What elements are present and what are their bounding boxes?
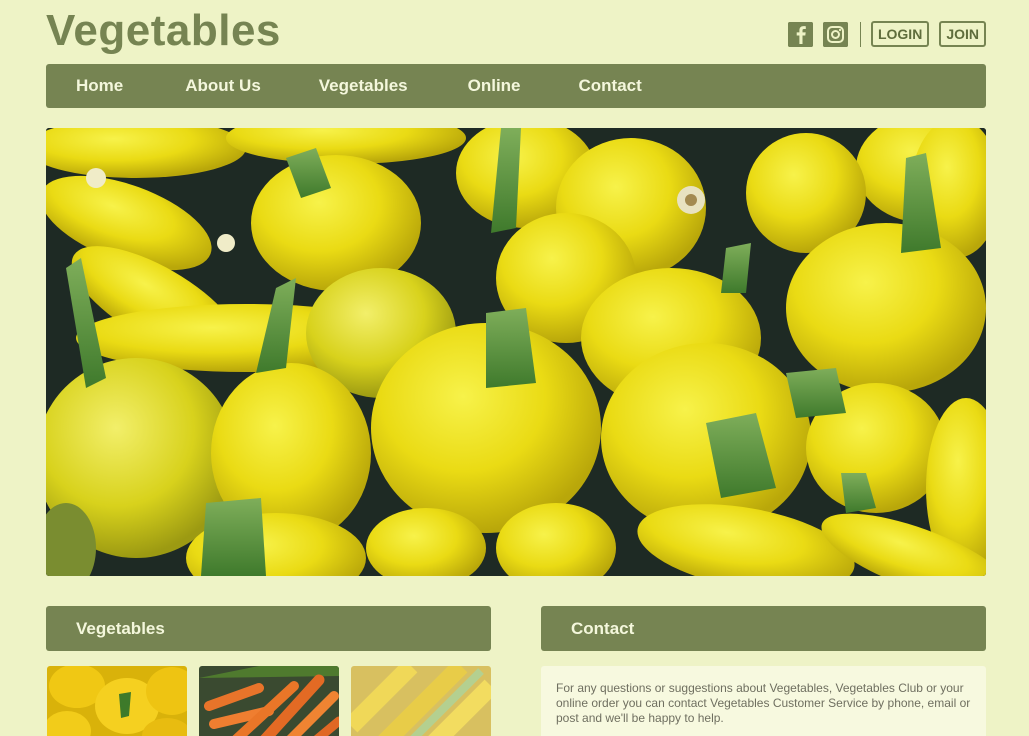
join-button[interactable]: JOIN: [939, 21, 986, 47]
thumbnail-corn[interactable]: [351, 666, 491, 736]
site-title[interactable]: Vegetables: [46, 6, 281, 56]
instagram-icon[interactable]: [822, 21, 848, 47]
nav-item-home[interactable]: Home: [76, 76, 123, 96]
contact-text: For any questions or suggestions about V…: [541, 666, 986, 736]
hero-image: [46, 128, 986, 576]
main-nav: Home About Us Vegetables Online Contact: [46, 64, 986, 108]
thumbnail-carrots[interactable]: [199, 666, 339, 736]
thumbnail-peppers[interactable]: [47, 666, 187, 736]
nav-item-online[interactable]: Online: [468, 76, 521, 96]
contact-section-header: Contact: [541, 606, 986, 651]
facebook-icon[interactable]: [787, 21, 813, 47]
header-divider: [859, 21, 861, 47]
login-button[interactable]: LOGIN: [870, 21, 930, 47]
nav-item-vegetables[interactable]: Vegetables: [319, 76, 408, 96]
vegetables-section-header: Vegetables: [46, 606, 491, 651]
header-actions: LOGIN JOIN: [787, 21, 986, 47]
page: Vegetables LOGIN JOIN Home About Us Vege…: [0, 0, 1029, 736]
nav-item-about-us[interactable]: About Us: [185, 76, 261, 96]
nav-item-contact[interactable]: Contact: [579, 76, 642, 96]
